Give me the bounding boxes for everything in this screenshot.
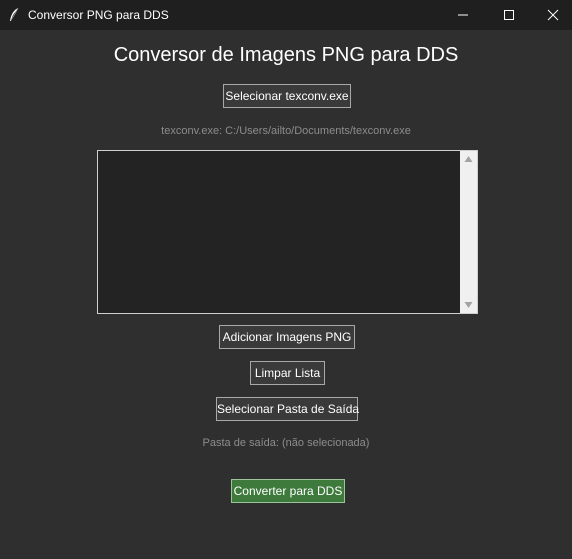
maximize-icon [504,10,514,20]
image-listbox[interactable] [97,150,478,314]
maximize-button[interactable] [486,0,532,30]
scroll-up-arrow-icon[interactable] [464,155,473,163]
minimize-button[interactable] [440,0,486,30]
app-window: Conversor PNG para DDS Conversor de Imag… [0,0,572,559]
output-path-label: Pasta de saída: (não selecionada) [202,437,370,449]
select-texconv-button[interactable]: Selecionar texconv.exe [223,84,351,108]
close-button[interactable] [532,0,572,30]
page-title: Conversor de Imagens PNG para DDS [113,44,459,66]
texconv-path-label: texconv.exe: C:/Users/ailto/Documents/te… [161,125,411,137]
image-list-area[interactable] [98,151,460,313]
close-icon [547,9,559,21]
minimize-icon [458,14,468,16]
convert-button[interactable]: Converter para DDS [231,479,345,503]
clear-list-button[interactable]: Limpar Lista [250,361,325,385]
scroll-down-arrow-icon[interactable] [464,301,473,309]
add-png-button[interactable]: Adicionar Imagens PNG [219,325,355,349]
title-bar[interactable]: Conversor PNG para DDS [0,0,572,30]
select-output-folder-button[interactable]: Selecionar Pasta de Saída [216,397,359,421]
listbox-scrollbar[interactable] [460,151,477,313]
window-title: Conversor PNG para DDS [28,8,169,22]
feather-icon [8,7,20,23]
